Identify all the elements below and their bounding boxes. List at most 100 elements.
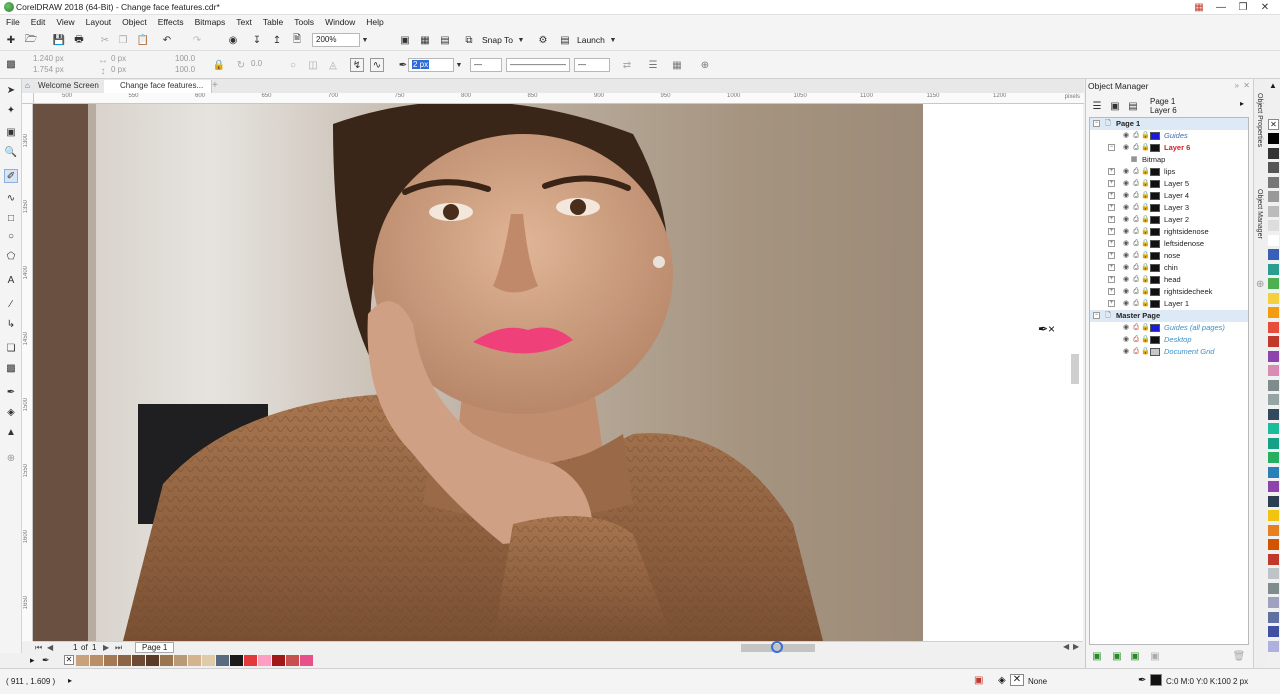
launch-label[interactable]: Launch xyxy=(577,35,605,45)
tree-layer-row[interactable]: + ◉ ⎙ 🔒 Layer 4 xyxy=(1090,190,1248,202)
show-rulers-icon[interactable]: ▤ xyxy=(438,33,452,47)
tree-master-layer-row[interactable]: ◉ ⎙ 🔒 Document Grid xyxy=(1090,346,1248,358)
print-toggle-icon[interactable]: ⎙ xyxy=(1132,324,1140,332)
print-toggle-icon[interactable]: ⎙ xyxy=(1132,144,1140,152)
color-swatch[interactable] xyxy=(1268,249,1279,260)
tree-layer-row[interactable]: + ◉ ⎙ 🔒 head xyxy=(1090,274,1248,286)
layer-color-swatch[interactable] xyxy=(1150,336,1160,344)
snap-to-label[interactable]: Snap To xyxy=(482,35,513,45)
visibility-eye-icon[interactable]: ◉ xyxy=(1122,264,1130,272)
visibility-eye-icon[interactable]: ◉ xyxy=(1122,288,1130,296)
eyedropper-icon[interactable]: ✒ xyxy=(4,385,18,399)
print-toggle-icon[interactable]: ⎙ xyxy=(1132,264,1140,272)
expand-icon[interactable]: + xyxy=(1108,264,1115,271)
fill-none-swatch[interactable]: ✕ xyxy=(1010,674,1024,686)
visibility-eye-icon[interactable]: ◉ xyxy=(1122,348,1130,356)
print-toggle-icon[interactable]: ⎙ xyxy=(1132,252,1140,260)
color-swatch[interactable] xyxy=(1268,466,1279,478)
color-swatch[interactable] xyxy=(1268,640,1279,652)
interactive-fill-icon[interactable]: ◈ xyxy=(4,405,18,419)
palette-swatch[interactable] xyxy=(300,655,313,666)
page-tab-1[interactable]: Page 1 xyxy=(135,642,175,653)
visibility-eye-icon[interactable]: ◉ xyxy=(1122,180,1130,188)
visibility-eye-icon[interactable]: ◉ xyxy=(1122,240,1130,248)
color-swatch[interactable] xyxy=(1268,133,1279,144)
expand-icon[interactable]: + xyxy=(1108,168,1115,175)
color-swatch[interactable] xyxy=(1268,495,1279,507)
layer-color-swatch[interactable] xyxy=(1150,300,1160,308)
layer-color-swatch[interactable] xyxy=(1150,216,1160,224)
color-swatch[interactable] xyxy=(1268,524,1279,536)
lock-ratio-icon[interactable]: 🔒 xyxy=(212,58,226,72)
show-grid-icon[interactable]: ▦ xyxy=(418,33,432,47)
print-toggle-icon[interactable]: ⎙ xyxy=(1132,348,1140,356)
palette-swatch[interactable] xyxy=(258,655,271,666)
tree-layer-row[interactable]: + ◉ ⎙ 🔒 chin xyxy=(1090,262,1248,274)
tree-layer-row[interactable]: + ◉ ⎙ 🔒 nose xyxy=(1090,250,1248,262)
visibility-eye-icon[interactable]: ◉ xyxy=(1122,228,1130,236)
copy-icon[interactable]: ❐ xyxy=(116,33,130,47)
lock-icon[interactable]: 🔒 xyxy=(1141,300,1150,308)
palette-swatch[interactable] xyxy=(104,655,117,666)
color-swatch[interactable] xyxy=(1268,481,1279,492)
expand-icon[interactable]: + xyxy=(1108,288,1115,295)
visibility-eye-icon[interactable]: ◉ xyxy=(1122,204,1130,212)
new-layer-icon[interactable]: ▣ xyxy=(1090,649,1104,663)
palette-swatch[interactable] xyxy=(216,655,229,666)
prev-page-icon[interactable]: ◀ xyxy=(47,643,53,652)
print-toggle-icon[interactable]: ⎙ xyxy=(1132,192,1140,200)
menu-bitmaps[interactable]: Bitmaps xyxy=(195,17,226,27)
collapse-icon[interactable]: − xyxy=(1108,144,1115,151)
print-toggle-icon[interactable]: ⎙ xyxy=(1132,240,1140,248)
print-toggle-icon[interactable]: ⎙ xyxy=(1132,300,1140,308)
color-swatch[interactable] xyxy=(1268,292,1279,304)
color-swatch[interactable] xyxy=(1268,611,1279,623)
lock-icon[interactable]: 🔒 xyxy=(1141,240,1150,248)
tree-page-1[interactable]: − 🗋 Page 1 xyxy=(1090,118,1248,130)
layer-color-swatch[interactable] xyxy=(1150,168,1160,176)
lock-icon[interactable]: 🔒 xyxy=(1141,264,1150,272)
no-color-swatch[interactable]: ✕ xyxy=(64,655,74,665)
color-swatch[interactable] xyxy=(1268,205,1279,217)
expand-icon[interactable]: + xyxy=(1108,300,1115,307)
palette-swatch[interactable] xyxy=(244,655,257,666)
zoom-dropdown-icon[interactable]: ▼ xyxy=(358,33,372,47)
smoothing-icon[interactable]: ∿ xyxy=(370,58,384,72)
start-arrowhead-select[interactable]: — xyxy=(470,58,502,72)
tab-object-manager[interactable]: Object Manager xyxy=(1256,189,1263,239)
lock-icon[interactable]: 🔒 xyxy=(1141,324,1150,332)
cut-icon[interactable]: ✂ xyxy=(98,33,112,47)
color-swatch[interactable] xyxy=(1268,379,1279,391)
ruler-origin[interactable] xyxy=(22,93,34,104)
polygon-tool-icon[interactable]: ⬠ xyxy=(4,249,18,263)
visibility-eye-icon[interactable]: ◉ xyxy=(1122,144,1130,152)
layer-color-swatch[interactable] xyxy=(1150,192,1160,200)
tree-layer-row[interactable]: + ◉ ⎙ 🔒 lips xyxy=(1090,166,1248,178)
color-swatch[interactable] xyxy=(1268,582,1279,594)
visibility-eye-icon[interactable]: ◉ xyxy=(1122,216,1130,224)
full-screen-icon[interactable]: ▣ xyxy=(398,33,412,47)
ellipse-tool-icon[interactable]: ○ xyxy=(4,229,18,243)
snap-to-icon[interactable]: ⧉ xyxy=(462,33,476,47)
palette-scroll-up-icon[interactable]: ▲ xyxy=(1269,81,1277,90)
menu-help[interactable]: Help xyxy=(366,17,383,27)
color-swatch[interactable] xyxy=(1268,336,1279,347)
menu-object[interactable]: Object xyxy=(122,17,147,27)
tree-object-row[interactable]: ▦ Bitmap xyxy=(1090,154,1248,166)
expand-icon[interactable]: + xyxy=(1108,240,1115,247)
color-swatch[interactable] xyxy=(1268,191,1279,202)
visibility-eye-icon[interactable]: ◉ xyxy=(1122,252,1130,260)
print-toggle-icon[interactable]: ⎙ xyxy=(1132,336,1140,344)
print-toggle-icon[interactable]: ⎙ xyxy=(1132,132,1140,140)
minimize-button[interactable]: — xyxy=(1210,0,1232,15)
lock-icon[interactable]: 🔒 xyxy=(1141,336,1150,344)
lock-icon[interactable]: 🔒 xyxy=(1141,180,1150,188)
no-fill-swatch[interactable]: ✕ xyxy=(1268,119,1279,130)
visibility-eye-icon[interactable]: ◉ xyxy=(1122,276,1130,284)
menu-layout[interactable]: Layout xyxy=(86,17,112,27)
print-icon[interactable]: 🖶 xyxy=(72,33,86,47)
color-swatch[interactable] xyxy=(1268,568,1279,579)
crop-tool-icon[interactable]: ▣ xyxy=(4,125,18,139)
search-content-icon[interactable]: ◉ xyxy=(226,33,240,47)
undo-icon[interactable]: ↶ xyxy=(160,33,174,47)
